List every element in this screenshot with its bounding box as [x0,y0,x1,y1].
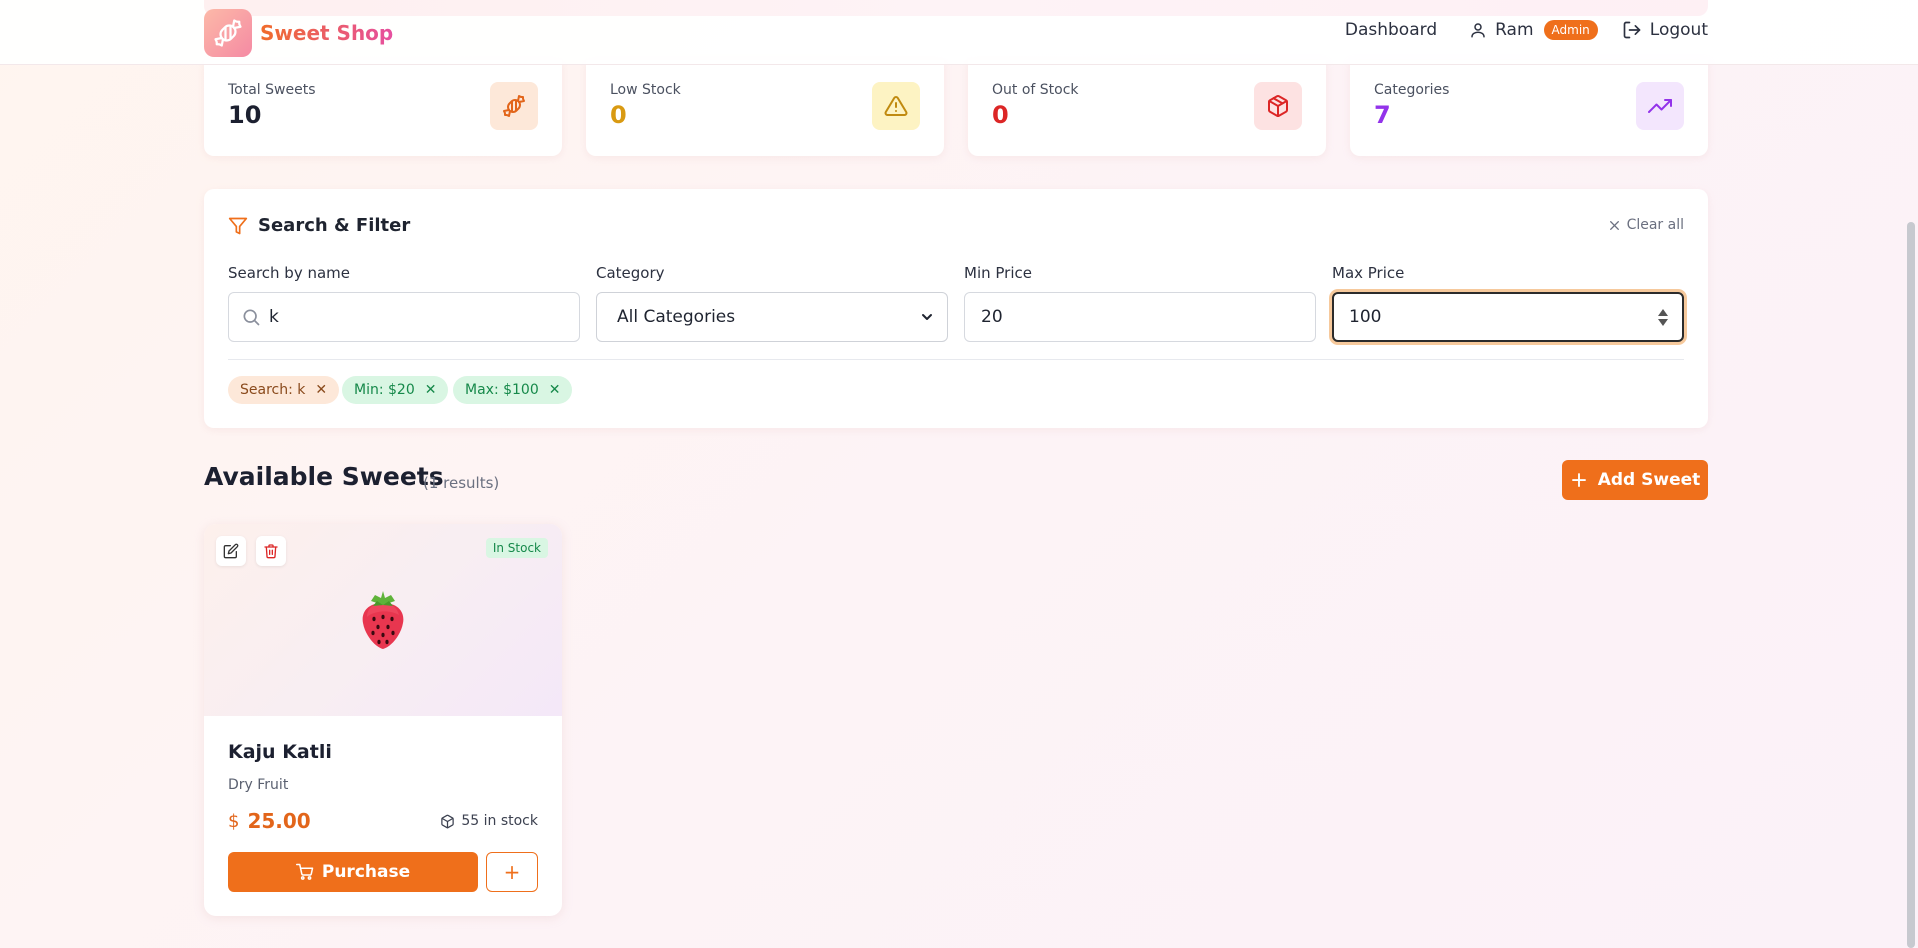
currency-icon: $ [228,810,240,832]
search-input-value: k [269,307,279,327]
trending-up-icon [1636,82,1684,130]
header-glow [204,0,1708,16]
spinner-up-icon[interactable] [1658,308,1668,316]
logout-icon [1623,21,1641,39]
filter-chip-search: Search: k ✕ [228,376,340,404]
search-icon [243,309,260,326]
plus-label: + [503,860,521,884]
chevron-down-icon [922,314,932,320]
candy-icon [490,82,538,130]
chip-label: Min: $20 [354,382,415,398]
package-icon [1254,82,1302,130]
chip-label: Search: k [240,382,306,398]
trash-icon [264,544,278,559]
category-label: Category [596,264,665,282]
filter-icon [228,217,248,234]
nav-dashboard-link[interactable]: Dashboard [1345,20,1437,40]
chip-remove-icon[interactable]: ✕ [315,382,327,398]
logout-button[interactable]: Logout [1622,20,1708,40]
section-title: Available Sweets [204,462,444,491]
number-spinner[interactable] [1658,308,1668,326]
role-badge: Admin [1543,20,1598,40]
edit-button[interactable] [216,536,246,566]
scrollbar-thumb[interactable] [1907,222,1915,948]
stat-label: Out of Stock [992,82,1079,98]
logout-label: Logout [1649,20,1708,40]
add-sweet-button[interactable]: Add Sweet [1562,460,1708,500]
brand-name: Sweet Shop [260,21,394,45]
stat-card-total-sweets: Total Sweets 10 [204,60,562,156]
stat-value: 10 [228,101,262,129]
candy-logo-icon [204,9,252,57]
filter-title-text: Search & Filter [258,215,411,236]
stock-count: 55 in stock [440,813,538,829]
stat-card-out-of-stock: Out of Stock 0 [968,60,1326,156]
stat-card-low-stock: Low Stock 0 [586,60,944,156]
close-icon [1609,220,1619,230]
scrollbar[interactable] [1904,0,1918,948]
stat-value: 0 [610,101,627,129]
stat-card-categories: Categories 7 [1350,60,1708,156]
stat-label: Total Sweets [228,82,316,98]
spinner-down-icon[interactable] [1658,318,1668,326]
sweet-name: Kaju Katli [228,741,332,763]
purchase-button[interactable]: Purchase [228,852,478,892]
chip-remove-icon[interactable]: ✕ [425,382,437,398]
stat-value: 7 [1374,101,1391,129]
user-icon [1471,23,1485,38]
search-input[interactable]: k [228,292,580,342]
plus-icon [1571,473,1586,487]
purchase-label: Purchase [321,862,411,882]
max-price-label: Max Price [1332,264,1405,282]
filter-chip-max: Max: $100 ✕ [453,376,573,404]
min-price-input[interactable]: 20 [964,292,1316,342]
results-count: (1 results) [423,474,500,492]
nav-user: Ram Admin [1469,20,1598,40]
user-name: Ram [1495,20,1534,40]
min-price-label: Min Price [964,264,1032,282]
delete-button[interactable] [256,536,286,566]
stat-value: 0 [992,101,1009,129]
category-select[interactable]: All Categories [596,292,948,342]
sweet-category: Dry Fruit [228,777,289,793]
stat-label: Low Stock [610,82,681,98]
stat-label: Categories [1374,82,1450,98]
chip-remove-icon[interactable]: ✕ [549,382,561,398]
strawberry-icon [359,589,407,655]
filter-chip-min: Min: $20 ✕ [342,376,449,404]
min-price-value: 20 [981,307,1003,327]
edit-icon [223,543,239,559]
max-price-input[interactable]: 100 [1332,292,1684,342]
add-sweet-label: Add Sweet [1597,470,1701,490]
package-icon [441,814,455,828]
stock-status-badge: In Stock [485,538,548,558]
filter-divider [228,359,1684,360]
search-filter-panel: Search & Filter Clear all Search by name… [204,189,1708,428]
max-price-value: 100 [1349,307,1382,327]
nav-links: Dashboard Ram Admin Logout [1345,20,1708,40]
search-label: Search by name [228,264,351,282]
sweet-card: In Stock Kaju Katli Dry Fruit $ 25.00 55… [204,524,562,916]
filter-title: Search & Filter [228,215,410,236]
price-value: 25.00 [247,809,311,833]
clear-all-label: Clear all [1626,217,1684,233]
brand[interactable]: Sweet Shop [204,9,393,57]
cart-icon [295,863,314,880]
sweet-price: $ 25.00 [228,809,311,833]
clear-all-button[interactable]: Clear all [1608,217,1684,233]
chip-label: Max: $100 [465,382,539,398]
category-select-value: All Categories [617,307,736,327]
stock-count-label: 55 in stock [461,813,538,829]
increase-quantity-button[interactable]: + [486,852,538,892]
top-nav-bar: Sweet Shop Dashboard Ram Admin Logout [0,0,1918,65]
warning-icon [872,82,920,130]
